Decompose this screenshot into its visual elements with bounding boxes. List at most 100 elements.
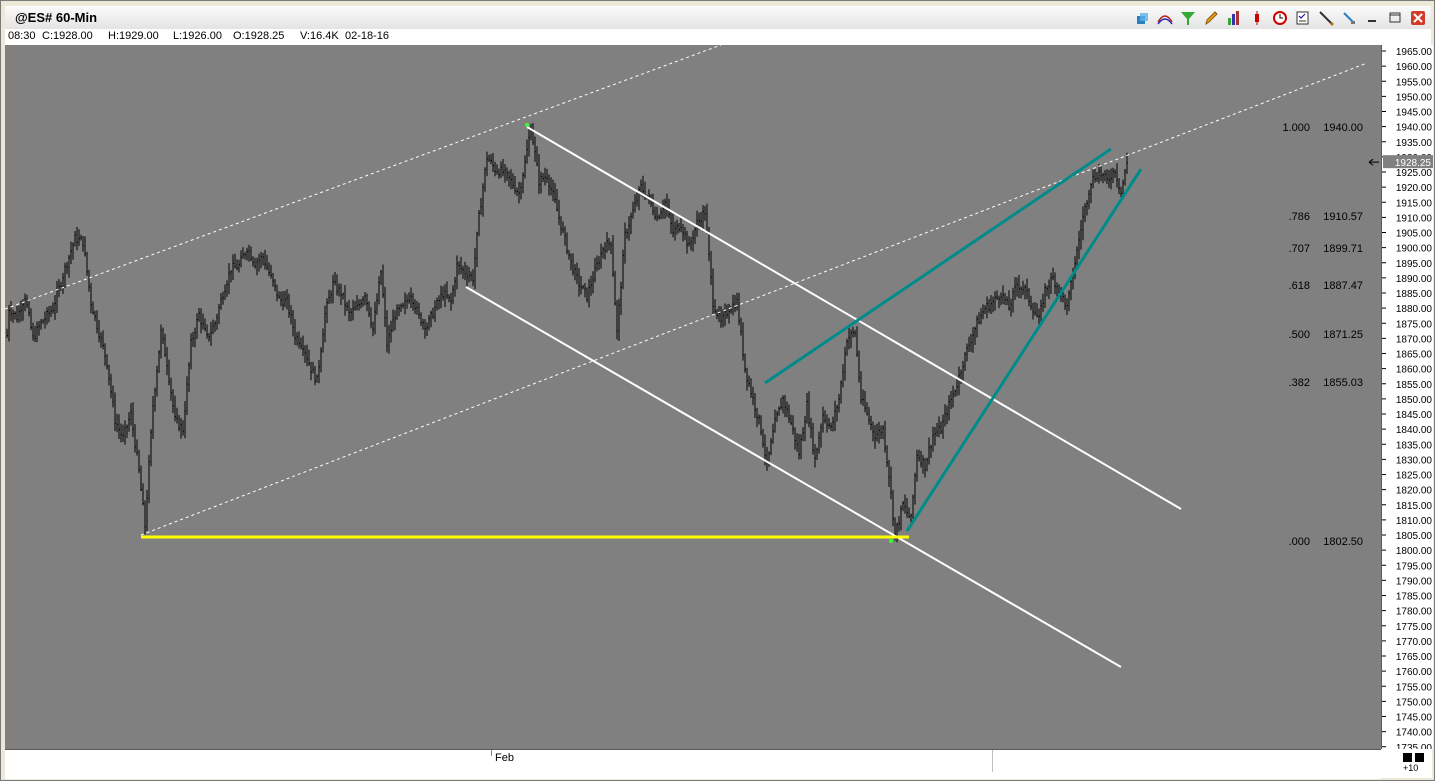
last-price-arrow-icon (1368, 158, 1379, 166)
price-axis-label: 1760.00 (1396, 667, 1433, 678)
candlestick-icon[interactable] (1247, 8, 1266, 27)
price-axis-label: 1810.00 (1396, 516, 1433, 527)
price-axis-label: 1820.00 (1396, 486, 1433, 497)
fib-ratio-label: .382 (1289, 377, 1310, 389)
price-axis-label: 1880.00 (1396, 304, 1433, 315)
swing-high-marker (525, 123, 529, 127)
close-icon[interactable] (1408, 8, 1427, 27)
price-axis-label: 1925.00 (1396, 168, 1433, 179)
scale-box-icon[interactable] (1403, 753, 1412, 762)
time-axis-label: Feb (495, 752, 514, 764)
clock-icon[interactable] (1270, 8, 1289, 27)
fib-price-label: 1871.25 (1323, 329, 1363, 341)
price-axis-label: 1845.00 (1396, 410, 1433, 421)
channel-lower-line (465, 286, 1122, 668)
pointer-icon[interactable] (1339, 8, 1358, 27)
price-axis-label: 1955.00 (1396, 77, 1433, 88)
title-bar[interactable]: @ES# 60-Min (5, 6, 1431, 30)
price-axis-label: 1750.00 (1396, 697, 1433, 708)
fib-ratio-label: .618 (1289, 280, 1310, 292)
window-title: @ES# 60-Min (15, 10, 98, 25)
price-axis-label: 1885.00 (1396, 289, 1433, 300)
price-axis-label: 1840.00 (1396, 425, 1433, 436)
fib-ratio-label: .707 (1289, 243, 1310, 255)
toolbar (1132, 8, 1427, 27)
price-axis-label: 1870.00 (1396, 334, 1433, 345)
quote-volume: V:16.4K (300, 30, 339, 42)
price-axis-label: 1915.00 (1396, 198, 1433, 209)
price-axis-label: 1935.00 (1396, 138, 1433, 149)
dashed-channel-lower-line (140, 62, 1368, 536)
price-axis-label: 1940.00 (1396, 123, 1433, 134)
fib-ratio-label: .786 (1289, 211, 1310, 223)
quote-close: C:1928.00 (42, 30, 93, 42)
price-axis-label: 1850.00 (1396, 395, 1433, 406)
quote-low: L:1926.00 (173, 30, 222, 42)
time-axis[interactable]: Feb (5, 749, 1381, 779)
bar-chart-icon[interactable] (1224, 8, 1243, 27)
price-axis-label: 1765.00 (1396, 652, 1433, 663)
fib-price-label: 1910.57 (1323, 211, 1363, 223)
price-axis-label: 1835.00 (1396, 440, 1433, 451)
fib-ratio-label: .000 (1289, 536, 1310, 548)
wave-indicator-icon[interactable] (1155, 8, 1174, 27)
price-bars (6, 123, 1128, 543)
draw-line-icon[interactable] (1316, 8, 1335, 27)
price-axis-label: 1825.00 (1396, 471, 1433, 482)
wedge-lower-line (905, 168, 1143, 532)
fib-price-label: 1887.47 (1323, 280, 1363, 292)
price-axis-label: 1800.00 (1396, 546, 1433, 557)
price-axis-label: 1875.00 (1396, 319, 1433, 330)
restore-icon[interactable] (1385, 8, 1404, 27)
quote-open: O:1928.25 (233, 30, 285, 42)
time-axis-divider (992, 750, 993, 772)
fib-price-label: 1899.71 (1323, 243, 1363, 255)
price-axis-label: 1905.00 (1396, 229, 1433, 240)
price-axis-label: 1960.00 (1396, 62, 1433, 73)
checklist-icon[interactable] (1293, 8, 1312, 27)
fib-price-label: 1855.03 (1323, 377, 1363, 389)
fib-ratio-label: 1.000 (1282, 122, 1310, 134)
price-axis-label: 1895.00 (1396, 259, 1433, 270)
fib-price-label: 1802.50 (1323, 536, 1363, 548)
price-axis-label: 1745.00 (1396, 713, 1433, 724)
price-chart[interactable]: 1.000 1940.00 .786 1910.57 .707 1899.71 .618 18… (4, 44, 1381, 749)
price-axis-label: 1785.00 (1396, 592, 1433, 603)
last-price-label: 1928.25 (1395, 158, 1432, 169)
price-axis-label: 1860.00 (1396, 365, 1433, 376)
funnel-icon[interactable] (1178, 8, 1197, 27)
pencil-icon[interactable] (1201, 8, 1220, 27)
price-axis-label: 1920.00 (1396, 183, 1433, 194)
quote-date: 02-18-16 (345, 30, 390, 42)
bar-offset-label: +10 (1403, 763, 1419, 773)
swing-low-marker (889, 539, 893, 543)
fib-ratio-label: .500 (1289, 329, 1310, 341)
fib-price-label: 1940.00 (1323, 122, 1363, 134)
price-axis-label: 1910.00 (1396, 213, 1433, 224)
price-axis-label: 1755.00 (1396, 682, 1433, 693)
price-axis-label: 1790.00 (1396, 576, 1433, 587)
price-axis-label: 1950.00 (1396, 92, 1433, 103)
quote-bar: 08:30 C:1928.00 H:1929.00 L:1926.00 O:19… (5, 29, 1431, 45)
price-axis-label: 1815.00 (1396, 501, 1433, 512)
price-axis-label: 1830.00 (1396, 455, 1433, 466)
price-axis-label: 1865.00 (1396, 350, 1433, 361)
price-axis-label: 1780.00 (1396, 607, 1433, 618)
price-axis-label: 1945.00 (1396, 108, 1433, 119)
price-chart-canvas[interactable]: 1.000 1940.00 .786 1910.57 .707 1899.71 .618 18… (4, 44, 1381, 749)
quote-time: 08:30 (8, 30, 36, 42)
price-axis[interactable]: 1965.00 1960.00 1955.00 1950.00 1945.00 1940.… (1381, 45, 1433, 754)
channel-upper-line (526, 126, 1182, 510)
time-axis-tick (491, 750, 492, 756)
price-axis-label: 1770.00 (1396, 637, 1433, 648)
scale-box-icon[interactable] (1415, 753, 1424, 762)
quote-high: H:1929.00 (108, 30, 159, 42)
chart-window: @ES# 60-Min 08:30 C:1928.00 H:1929.00 L:… (0, 0, 1435, 781)
price-axis-label: 1965.00 (1396, 47, 1433, 58)
price-axis-label: 1740.00 (1396, 728, 1433, 739)
cube-icon[interactable] (1132, 8, 1151, 27)
axis-corner: +10 (1381, 749, 1432, 778)
price-axis-label: 1890.00 (1396, 274, 1433, 285)
minimize-icon[interactable] (1362, 8, 1381, 27)
price-axis-label: 1900.00 (1396, 244, 1433, 255)
